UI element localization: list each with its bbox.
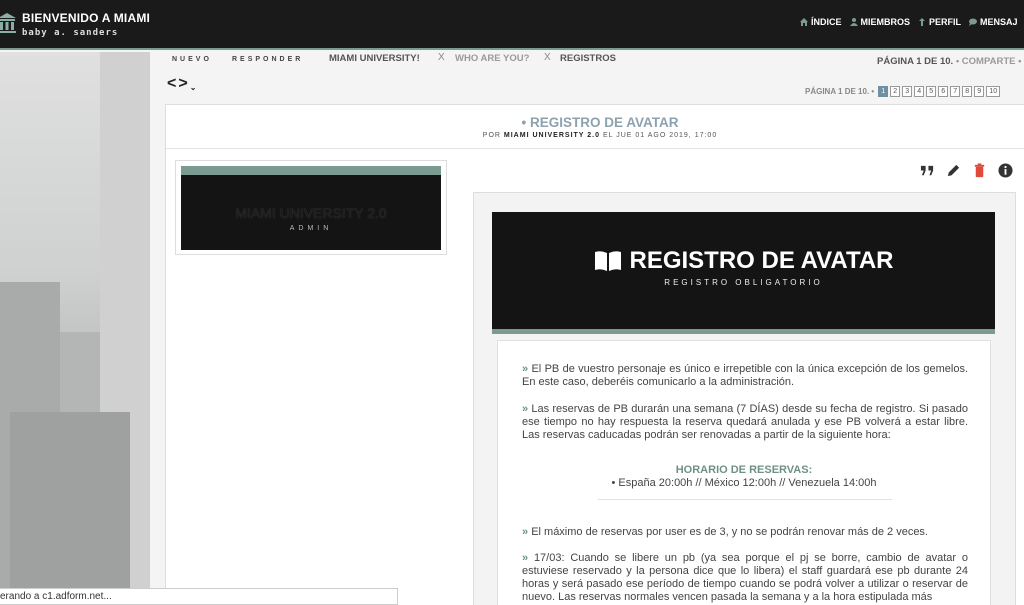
rule-paragraph-1: » El PB de vuestro personaje es único e … <box>522 363 968 389</box>
page-link-5[interactable]: 5 <box>926 86 937 97</box>
site-title[interactable]: BIENVENIDO A MIAMI <box>22 11 150 25</box>
topic-author-link[interactable]: MIAMI UNIVERSITY 2.0 <box>504 132 600 139</box>
page-link-9[interactable]: 9 <box>974 86 985 97</box>
double-arrow-icon: » <box>522 526 529 538</box>
double-arrow-icon: » <box>522 363 529 375</box>
nav-index[interactable]: ÍNDICE <box>800 17 842 27</box>
page-link-3[interactable]: 3 <box>902 86 913 97</box>
browser-status-bar: erando a c1.adform.net... <box>0 588 398 605</box>
page-link-1[interactable]: 1 <box>878 86 889 97</box>
tab-separator: X <box>438 52 445 63</box>
home-icon <box>800 18 808 26</box>
nav-messages[interactable]: MENSAJ <box>969 17 1018 27</box>
topic-meta: POR MIAMI UNIVERSITY 2.0 EL JUE 01 AGO 2… <box>166 132 1024 139</box>
tab-registros[interactable]: REGISTROS <box>560 53 616 64</box>
page-link-10[interactable]: 10 <box>986 86 1001 97</box>
prev-arrow-icon[interactable]: < <box>167 75 176 93</box>
page-link-6[interactable]: 6 <box>938 86 949 97</box>
double-arrow-icon: » <box>522 552 529 564</box>
rule-text-2: Las reservas de PB durarán una semana (7… <box>522 403 968 441</box>
page-info: PÁGINA 1 DE 10. • COMPARTE • ¡I <box>877 56 1024 67</box>
rule-paragraph-2: » Las reservas de PB durarán una semana … <box>522 403 968 442</box>
pagination: PÁGINA 1 DE 10. • 1 2 3 4 5 6 7 8 9 10 <box>805 86 1001 97</box>
share-link[interactable]: • COMPARTE • ¡I <box>956 56 1024 67</box>
double-arrow-icon: » <box>522 403 529 415</box>
divider <box>598 499 892 500</box>
page-link-7[interactable]: 7 <box>950 86 961 97</box>
rule-paragraph-4: » 17/03: Cuando se libere un pb (ya sea … <box>522 552 968 604</box>
info-icon[interactable] <box>998 163 1013 178</box>
new-topic-button[interactable]: NUEVO <box>172 56 212 63</box>
author-rank: ADMIN <box>289 225 333 232</box>
page-link-4[interactable]: 4 <box>914 86 925 97</box>
rule-paragraph-3: » El máximo de reservas por user es de 3… <box>522 526 968 539</box>
topic-title: • REGISTRO DE AVATAR <box>521 115 679 130</box>
book-icon <box>594 251 621 271</box>
topic-nav-arrows: < > ⌄ <box>167 75 196 93</box>
pin-icon <box>919 18 926 26</box>
top-nav: ÍNDICE MIEMBROS PERFIL MENSAJ <box>800 17 1018 27</box>
delete-icon[interactable] <box>972 163 987 178</box>
page-info-label: PÁGINA 1 DE 10. <box>877 56 954 67</box>
next-arrow-icon[interactable]: > <box>178 75 187 93</box>
chevron-down-icon[interactable]: ⌄ <box>190 83 197 93</box>
nav-messages-label: MENSAJ <box>980 17 1018 27</box>
edit-icon[interactable] <box>946 163 961 178</box>
author-name[interactable]: MIAMI UNIVERSITY 2.0 <box>181 205 441 221</box>
post-actions <box>920 163 1013 178</box>
rule-text-3: El máximo de reservas por user es de 3, … <box>531 526 928 538</box>
author-banner: MIAMI UNIVERSITY 2.0 ADMIN <box>181 166 441 250</box>
topic-date: EL JUE 01 AGO 2019, 17:00 <box>602 132 718 139</box>
author-card: MIAMI UNIVERSITY 2.0 ADMIN <box>175 160 447 255</box>
banner-subtitle: REGISTRO OBLIGATORIO <box>664 278 823 287</box>
pagination-label: PÁGINA 1 DE 10. • <box>805 87 875 96</box>
nav-profile-label: PERFIL <box>929 17 962 27</box>
post-content: » El PB de vuestro personaje es único e … <box>497 340 991 605</box>
tab-separator: X <box>544 52 551 63</box>
schedule-times: • España 20:00h // México 12:00h // Vene… <box>611 477 877 489</box>
nav-profile[interactable]: PERFIL <box>918 17 961 27</box>
tab-who-are-you[interactable]: WHO ARE YOU? <box>455 53 529 64</box>
page-link-8[interactable]: 8 <box>962 86 973 97</box>
bank-icon <box>0 13 16 33</box>
reply-button[interactable]: RESPONDER <box>232 56 303 63</box>
nav-index-label: ÍNDICE <box>811 17 842 27</box>
schedule-title: HORARIO DE RESERVAS: <box>675 464 813 476</box>
background-image <box>0 52 150 605</box>
topic-by-prefix: POR <box>482 132 501 139</box>
post-banner: REGISTRO DE AVATAR REGISTRO OBLIGATORIO <box>492 212 995 334</box>
username: baby a. sanders <box>22 28 119 38</box>
nav-members-label: MIEMBROS <box>860 17 911 27</box>
banner-title-text: REGISTRO DE AVATAR <box>629 247 894 274</box>
quote-icon[interactable] <box>920 163 935 178</box>
nav-members[interactable]: MIEMBROS <box>849 17 911 27</box>
chat-icon <box>969 18 978 26</box>
top-bar: BIENVENIDO A MIAMI baby a. sanders ÍNDIC… <box>0 0 1024 50</box>
rule-text-1: El PB de vuestro personaje es único e ir… <box>522 363 968 388</box>
page-link-2[interactable]: 2 <box>890 86 901 97</box>
banner-title: REGISTRO DE AVATAR <box>492 247 995 275</box>
tab-miami-university[interactable]: MIAMI UNIVERSITY! <box>329 53 420 64</box>
rule-text-4: 17/03: Cuando se libere un pb (ya sea po… <box>522 552 968 603</box>
topic-toolbar: NUEVO RESPONDER MIAMI UNIVERSITY! X WHO … <box>172 52 1024 70</box>
user-icon <box>849 18 858 26</box>
topic-header: • REGISTRO DE AVATAR POR MIAMI UNIVERSIT… <box>166 105 1024 149</box>
